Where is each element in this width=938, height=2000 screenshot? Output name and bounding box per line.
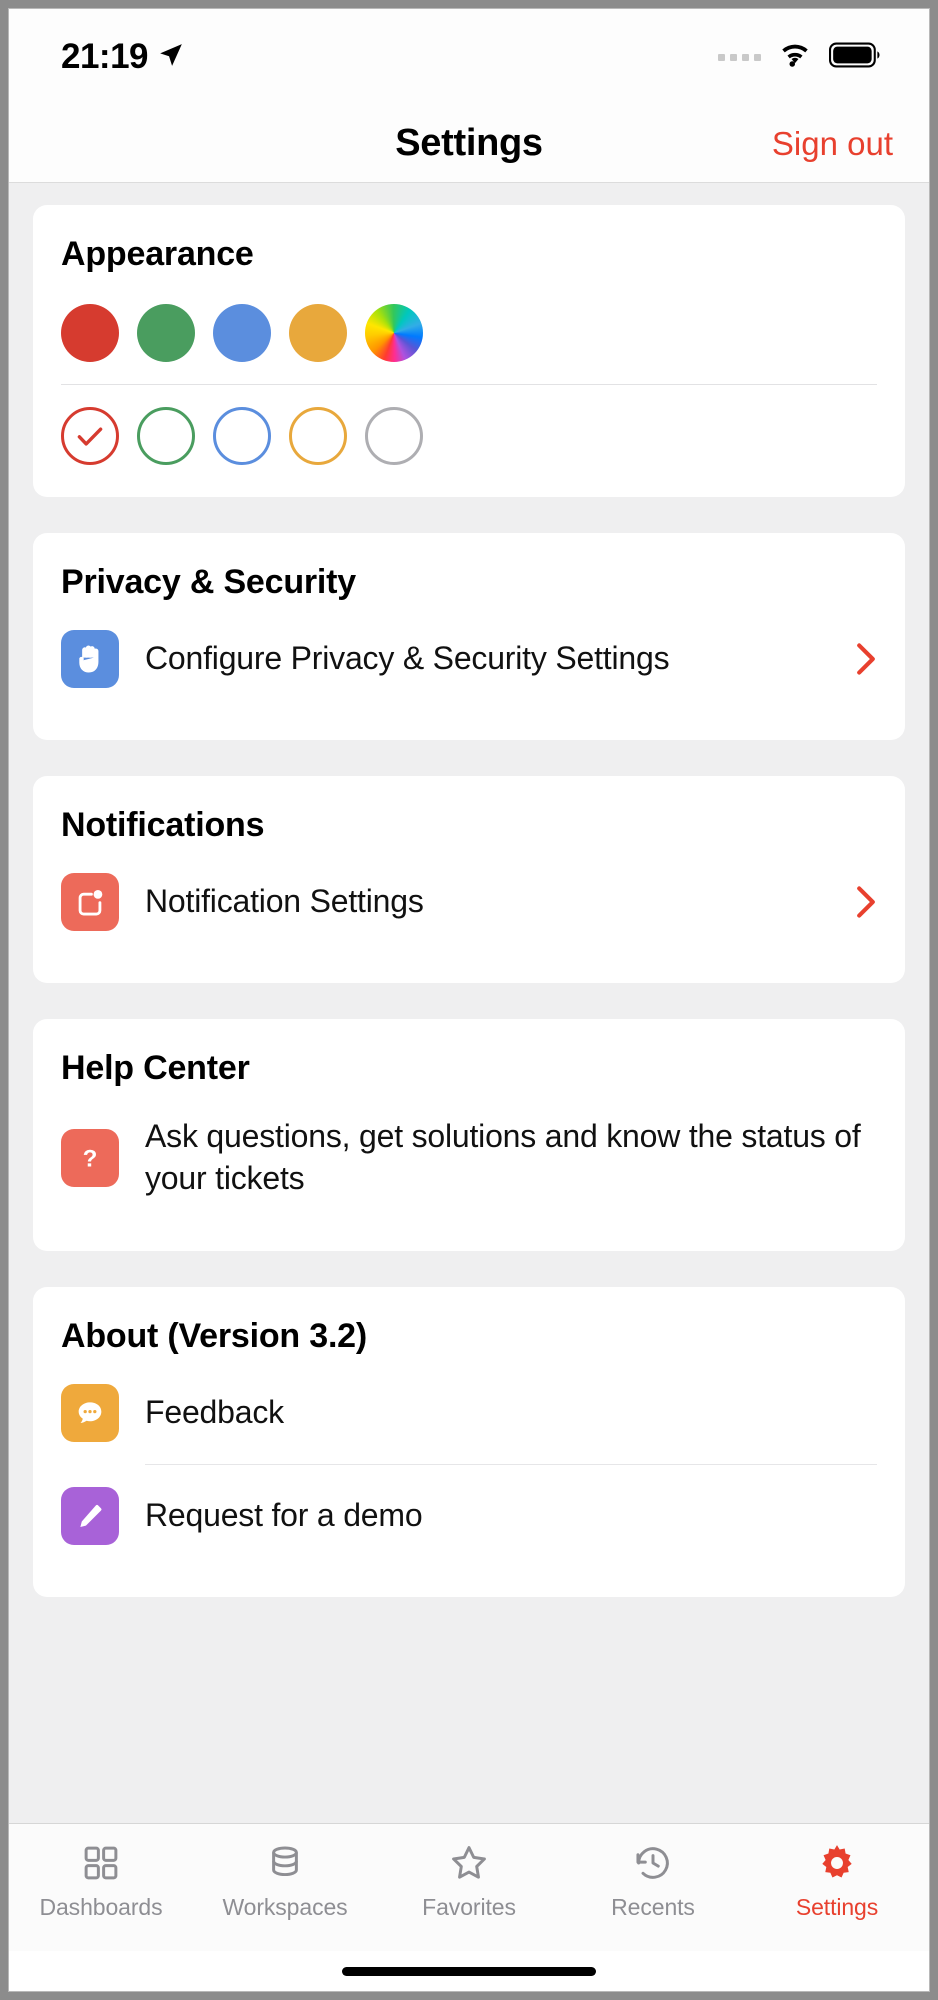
about-feedback-row[interactable]: Feedback — [61, 1362, 877, 1464]
swatch-green[interactable] — [137, 304, 195, 362]
tab-favorites[interactable]: Favorites — [377, 1840, 561, 1921]
tab-settings[interactable]: Settings — [745, 1840, 929, 1921]
theme-color-swatches — [61, 280, 877, 384]
privacy-security-card: Privacy & Security Configure Privacy & S… — [33, 533, 905, 740]
location-arrow-icon — [158, 42, 184, 73]
ring-blue[interactable] — [213, 407, 271, 465]
svg-text:?: ? — [83, 1145, 98, 1172]
star-icon — [448, 1840, 490, 1886]
tab-label: Workspaces — [222, 1894, 348, 1920]
page-title: Settings — [395, 122, 543, 164]
theme-mode-rings — [61, 385, 877, 467]
phone-screen: 21:19 Settings Sign out Appearance Priva… — [8, 8, 930, 1992]
help-center-row[interactable]: ? Ask questions, get solutions and know … — [61, 1094, 877, 1221]
sign-out-button[interactable]: Sign out — [772, 125, 893, 163]
clock-history-icon — [632, 1840, 674, 1886]
privacy-row-label: Configure Privacy & Security Settings — [145, 640, 670, 677]
tab-recents[interactable]: Recents — [561, 1840, 745, 1921]
about-title: About (Version 3.2) — [61, 1317, 368, 1356]
notification-badge-icon — [61, 873, 119, 931]
question-mark-icon: ? — [61, 1128, 119, 1187]
about-request-demo-row[interactable]: Request for a demo — [61, 1465, 877, 1567]
swatch-amber[interactable] — [289, 304, 347, 362]
notification-row-label: Notification Settings — [145, 883, 424, 920]
appearance-title: Appearance — [61, 235, 254, 273]
about-item-label: Request for a demo — [145, 1497, 423, 1534]
navigation-bar: Settings Sign out — [9, 105, 929, 183]
hand-raised-icon — [61, 630, 119, 688]
notifications-card: Notifications Notification Settings — [33, 776, 905, 983]
swatch-blue[interactable] — [213, 304, 271, 362]
appearance-card: Appearance — [33, 205, 905, 497]
ring-red-selected[interactable] — [61, 407, 119, 465]
ring-gray[interactable] — [365, 407, 423, 465]
grid-squares-icon — [80, 1840, 122, 1886]
battery-full-icon — [829, 41, 881, 74]
tab-label: Dashboards — [39, 1894, 163, 1920]
tab-label: Settings — [795, 1894, 879, 1920]
help-center-card: Help Center ? Ask questions, get solutio… — [33, 1019, 905, 1252]
gear-icon — [816, 1840, 858, 1886]
status-bar-left: 21:19 — [61, 37, 184, 77]
tab-label: Favorites — [422, 1894, 516, 1920]
swatch-red[interactable] — [61, 304, 119, 362]
settings-scroll-area[interactable]: Appearance Privacy & Security Configure … — [9, 183, 929, 1823]
status-bar-right — [718, 41, 881, 74]
ring-green[interactable] — [137, 407, 195, 465]
bottom-tab-bar: Dashboards Workspaces Favorites Recents … — [9, 1823, 929, 1951]
swatch-rainbow[interactable] — [365, 304, 423, 362]
status-time: 21:19 — [61, 37, 149, 76]
chevron-right-icon — [855, 884, 877, 920]
database-stack-icon — [264, 1840, 306, 1886]
tab-dashboards[interactable]: Dashboards — [9, 1840, 193, 1921]
home-indicator-area — [9, 1951, 929, 1991]
check-icon — [77, 427, 103, 446]
about-card: About (Version 3.2) Feedback Request for… — [33, 1287, 905, 1598]
status-bar: 21:19 — [9, 9, 929, 105]
cellular-dots-icon — [718, 53, 761, 61]
help-center-title: Help Center — [61, 1049, 250, 1087]
chevron-right-icon — [855, 641, 877, 677]
notification-settings-row[interactable]: Notification Settings — [61, 851, 877, 953]
ring-amber[interactable] — [289, 407, 347, 465]
about-item-label: Feedback — [145, 1394, 284, 1431]
privacy-settings-row[interactable]: Configure Privacy & Security Settings — [61, 608, 877, 710]
tab-label: Recents — [611, 1894, 695, 1920]
privacy-title: Privacy & Security — [61, 563, 357, 601]
notifications-title: Notifications — [61, 806, 265, 844]
help-center-row-label: Ask questions, get solutions and know th… — [145, 1118, 861, 1196]
chat-bubble-icon — [61, 1384, 119, 1443]
pencil-icon — [61, 1487, 119, 1546]
tab-workspaces[interactable]: Workspaces — [193, 1840, 377, 1921]
wifi-icon — [777, 42, 813, 73]
home-indicator[interactable] — [342, 1966, 596, 1976]
